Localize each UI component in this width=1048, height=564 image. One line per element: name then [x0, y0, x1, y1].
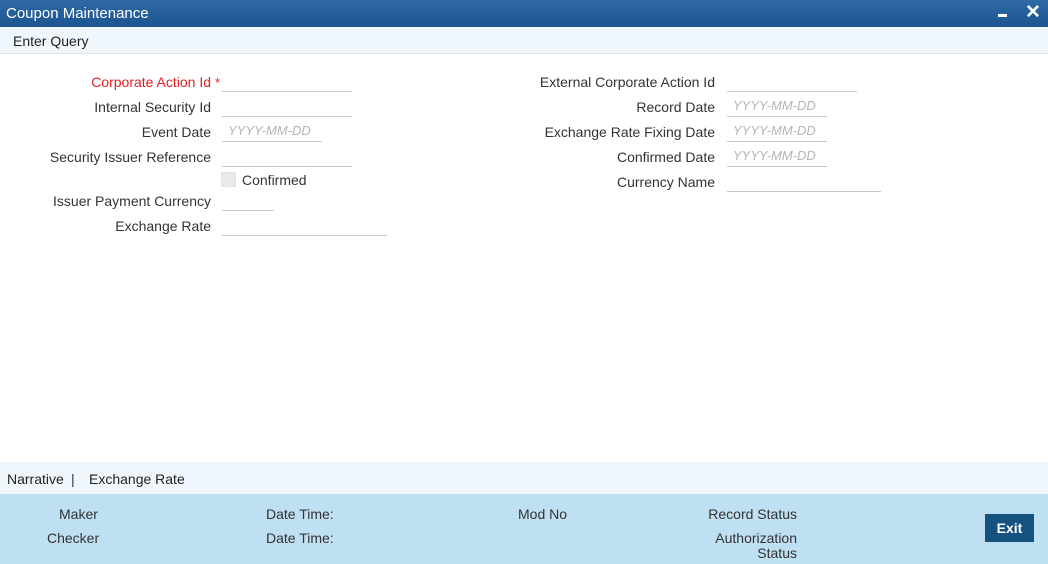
checker-label: Checker [47, 530, 100, 546]
checker-date-time-label: Date Time: [266, 530, 334, 546]
authorization-status-label-line1: Authorization [715, 530, 797, 546]
exchange-rate-fixing-date-label: Exchange Rate Fixing Date [544, 124, 715, 140]
maker-label: Maker [59, 506, 98, 522]
security-issuer-reference-label: Security Issuer Reference [49, 149, 211, 165]
internal-security-id-input[interactable] [222, 95, 352, 117]
external-corporate-action-id-input[interactable] [727, 70, 857, 92]
exchange-rate-fixing-date-input[interactable] [727, 120, 827, 142]
tab-separator: | [71, 471, 75, 487]
exchange-rate-input[interactable] [222, 214, 387, 236]
confirmed-date-label: Confirmed Date [616, 149, 715, 165]
close-icon: ✕ [1025, 2, 1041, 23]
record-status-label: Record Status [708, 506, 797, 522]
window-titlebar: Coupon Maintenance ✕ [0, 0, 1048, 27]
corporate-action-id-input[interactable] [222, 70, 352, 92]
record-date-input[interactable] [727, 95, 827, 117]
confirmed-checkbox[interactable] [221, 172, 236, 187]
currency-name-label: Currency Name [616, 174, 715, 190]
external-corporate-action-id-label: External Corporate Action Id [539, 74, 715, 90]
corporate-action-id-label-text: Corporate Action Id [91, 74, 212, 90]
close-button[interactable]: ✕ [1023, 2, 1043, 23]
record-date-label: Record Date [636, 99, 715, 115]
exchange-rate-label: Exchange Rate [115, 218, 211, 234]
enter-query-button[interactable]: Enter Query [13, 33, 88, 49]
exit-button[interactable]: Exit [985, 514, 1034, 542]
issuer-payment-currency-input[interactable] [222, 189, 274, 211]
authorization-status-label-line2: Status [757, 545, 797, 561]
minimize-icon [998, 14, 1007, 17]
currency-name-input[interactable] [727, 170, 881, 192]
confirmed-date-input[interactable] [727, 145, 827, 167]
confirmed-label: Confirmed [242, 172, 307, 188]
minimize-button[interactable] [993, 3, 1013, 23]
event-date-input[interactable] [222, 120, 322, 142]
mod-no-label: Mod No [518, 506, 568, 522]
corporate-action-id-label: Corporate Action Id * [91, 74, 220, 90]
issuer-payment-currency-label: Issuer Payment Currency [53, 193, 211, 209]
audit-footer: Maker Checker Date Time: Date Time: Mod … [0, 494, 1048, 564]
event-date-label: Event Date [141, 124, 211, 140]
required-marker: * [214, 75, 220, 90]
tab-exchange-rate[interactable]: Exchange Rate [89, 471, 185, 487]
window-title: Coupon Maintenance [6, 5, 149, 22]
toolbar: Enter Query [0, 27, 1048, 54]
internal-security-id-label: Internal Security Id [94, 99, 211, 115]
tab-narrative[interactable]: Narrative [7, 471, 64, 487]
subtabs-bar: Narrative | Exchange Rate [0, 462, 1048, 494]
maker-date-time-label: Date Time: [266, 506, 334, 522]
security-issuer-reference-input[interactable] [222, 145, 352, 167]
